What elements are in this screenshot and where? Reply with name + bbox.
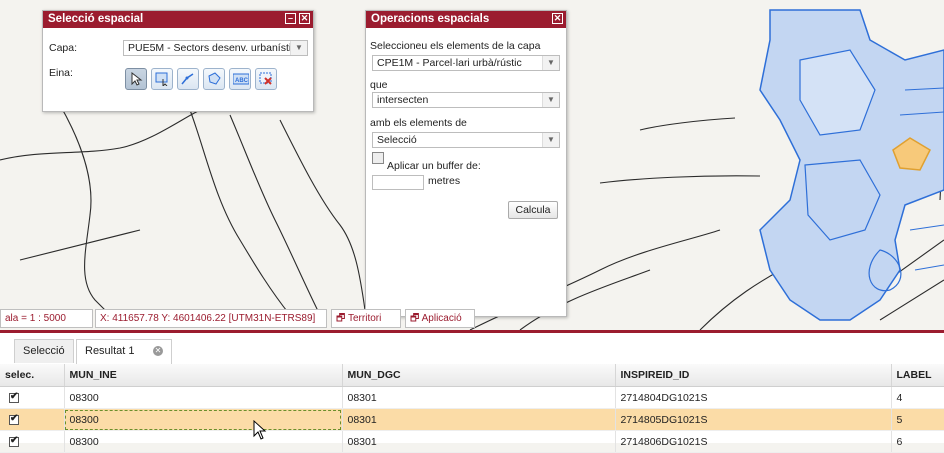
cell-label: 5 xyxy=(891,408,944,431)
coordinates-readout: X: 411657.78 Y: 4601406.22 [UTM31N-ETRS8… xyxy=(95,309,327,328)
select-point-icon xyxy=(131,72,143,86)
column-header[interactable]: selec. xyxy=(0,364,65,387)
cell-inspireid: 2714806DG1021S xyxy=(615,430,892,453)
calculate-button-label: Calcula xyxy=(515,204,551,216)
que-label: que xyxy=(370,79,388,91)
tab-label: Selecció xyxy=(23,345,65,357)
column-header[interactable]: INSPIREID_ID xyxy=(615,364,892,387)
column-header[interactable]: LABEL xyxy=(891,364,944,387)
calculate-button[interactable]: Calcula xyxy=(508,201,558,219)
select-by-text-button[interactable]: ABC xyxy=(229,68,251,90)
buffer-checkbox[interactable] xyxy=(372,152,384,164)
close-tab-icon[interactable]: ✕ xyxy=(153,346,163,356)
target-layer-value: CPE1M - Parcel·lari urbà/rústic xyxy=(377,57,522,69)
window-icon: 🗗 xyxy=(336,313,346,324)
buffer-label: Aplicar un buffer de: xyxy=(387,160,481,172)
panel-title-text: Selecció espacial xyxy=(48,13,144,25)
cell-label: 4 xyxy=(891,386,944,409)
cell-mun-ine: 08300 xyxy=(64,386,343,409)
window-icon: 🗗 xyxy=(410,313,420,324)
table-row[interactable]: ✔ 08300 08301 2714806DG1021S 6 xyxy=(0,430,944,453)
cell-mun-dgc: 08301 xyxy=(342,408,616,431)
select-polygon-button[interactable] xyxy=(203,68,225,90)
results-panel: Selecció Resultat 1 ✕ selec. MUN_INE MUN… xyxy=(0,330,944,453)
cell-mun-dgc: 08301 xyxy=(342,386,616,409)
units-label: metres xyxy=(428,175,461,187)
layer-select[interactable]: PUE5M - Sectors desenv. urbanísti ▼ xyxy=(123,40,308,56)
table-row[interactable]: ✔ 08300 08301 2714805DG1021S 5 xyxy=(0,408,944,431)
spatial-selection-panel: Selecció espacial – ✕ Capa: PUE5M - Sect… xyxy=(42,10,314,112)
clear-selection-icon xyxy=(259,72,272,85)
mouse-cursor-icon xyxy=(253,420,267,440)
select-rectangle-icon xyxy=(155,72,168,86)
target-layer-select[interactable]: CPE1M - Parcel·lari urbà/rústic ▼ xyxy=(372,55,560,71)
tab-seleccio[interactable]: Selecció xyxy=(14,339,74,363)
layer-label: Capa: xyxy=(49,42,78,54)
chevron-down-icon[interactable]: ▼ xyxy=(542,93,559,107)
close-icon[interactable]: ✕ xyxy=(299,13,310,24)
check-icon: ✔ xyxy=(10,434,19,446)
close-icon[interactable]: ✕ xyxy=(552,13,563,24)
source-value: Selecció xyxy=(377,134,417,146)
buffer-input[interactable] xyxy=(372,175,424,190)
territori-button[interactable]: 🗗 Territori xyxy=(331,309,401,328)
with-elements-label: amb els elements de xyxy=(370,117,467,129)
aplicacio-button[interactable]: 🗗 Aplicació xyxy=(405,309,475,328)
panel-title: Selecció espacial – ✕ xyxy=(43,11,313,28)
aplicacio-label: Aplicació xyxy=(421,313,462,324)
cell-label: 6 xyxy=(891,430,944,453)
select-polygon-icon xyxy=(208,72,221,85)
panel-title-text: Operacions espacials xyxy=(371,13,490,25)
table-header: selec. MUN_INE MUN_DGC INSPIREID_ID LABE… xyxy=(0,364,944,387)
check-icon: ✔ xyxy=(10,390,19,402)
check-icon: ✔ xyxy=(10,412,19,424)
chevron-down-icon[interactable]: ▼ xyxy=(290,41,307,55)
tool-label: Eina: xyxy=(49,67,73,79)
panel-title: Operacions espacials ✕ xyxy=(366,11,566,28)
select-by-text-icon: ABC xyxy=(233,73,249,85)
operation-select[interactable]: intersecten ▼ xyxy=(372,92,560,108)
results-table: selec. MUN_INE MUN_DGC INSPIREID_ID LABE… xyxy=(0,364,944,453)
row-checkbox[interactable]: ✔ xyxy=(9,412,19,425)
table-row[interactable]: ✔ 08300 08301 2714804DG1021S 4 xyxy=(0,386,944,409)
territori-label: Territori xyxy=(348,313,382,324)
cell-inspireid: 2714805DG1021S xyxy=(615,408,892,431)
select-elements-label: Seleccioneu els elements de la capa xyxy=(370,40,541,52)
tab-resultat-1[interactable]: Resultat 1 ✕ xyxy=(76,339,172,364)
select-point-button[interactable] xyxy=(125,68,147,90)
tab-label: Resultat 1 xyxy=(85,345,135,357)
abc-text: ABC xyxy=(235,78,249,84)
row-checkbox[interactable]: ✔ xyxy=(9,434,19,447)
select-line-icon xyxy=(181,73,194,85)
scale-readout: ala = 1 : 5000 xyxy=(0,309,93,328)
minimize-icon[interactable]: – xyxy=(285,13,296,24)
row-checkbox[interactable]: ✔ xyxy=(9,390,19,403)
select-line-button[interactable] xyxy=(177,68,199,90)
cell-mun-ine: 08300 xyxy=(64,430,343,453)
chevron-down-icon[interactable]: ▼ xyxy=(542,133,559,147)
layer-select-value: PUE5M - Sectors desenv. urbanísti xyxy=(128,42,292,54)
status-bar: ala = 1 : 5000 X: 411657.78 Y: 4601406.2… xyxy=(0,309,480,329)
spatial-operations-panel: Operacions espacials ✕ Seleccioneu els e… xyxy=(365,10,567,317)
chevron-down-icon[interactable]: ▼ xyxy=(542,56,559,70)
operation-value: intersecten xyxy=(377,94,429,106)
cell-mun-ine[interactable]: 08300 xyxy=(64,408,343,431)
cell-mun-dgc: 08301 xyxy=(342,430,616,453)
select-rectangle-button[interactable] xyxy=(151,68,173,90)
column-header[interactable]: MUN_DGC xyxy=(342,364,616,387)
column-header[interactable]: MUN_INE xyxy=(64,364,343,387)
clear-selection-button[interactable] xyxy=(255,68,277,90)
cell-inspireid: 2714804DG1021S xyxy=(615,386,892,409)
source-select[interactable]: Selecció ▼ xyxy=(372,132,560,148)
